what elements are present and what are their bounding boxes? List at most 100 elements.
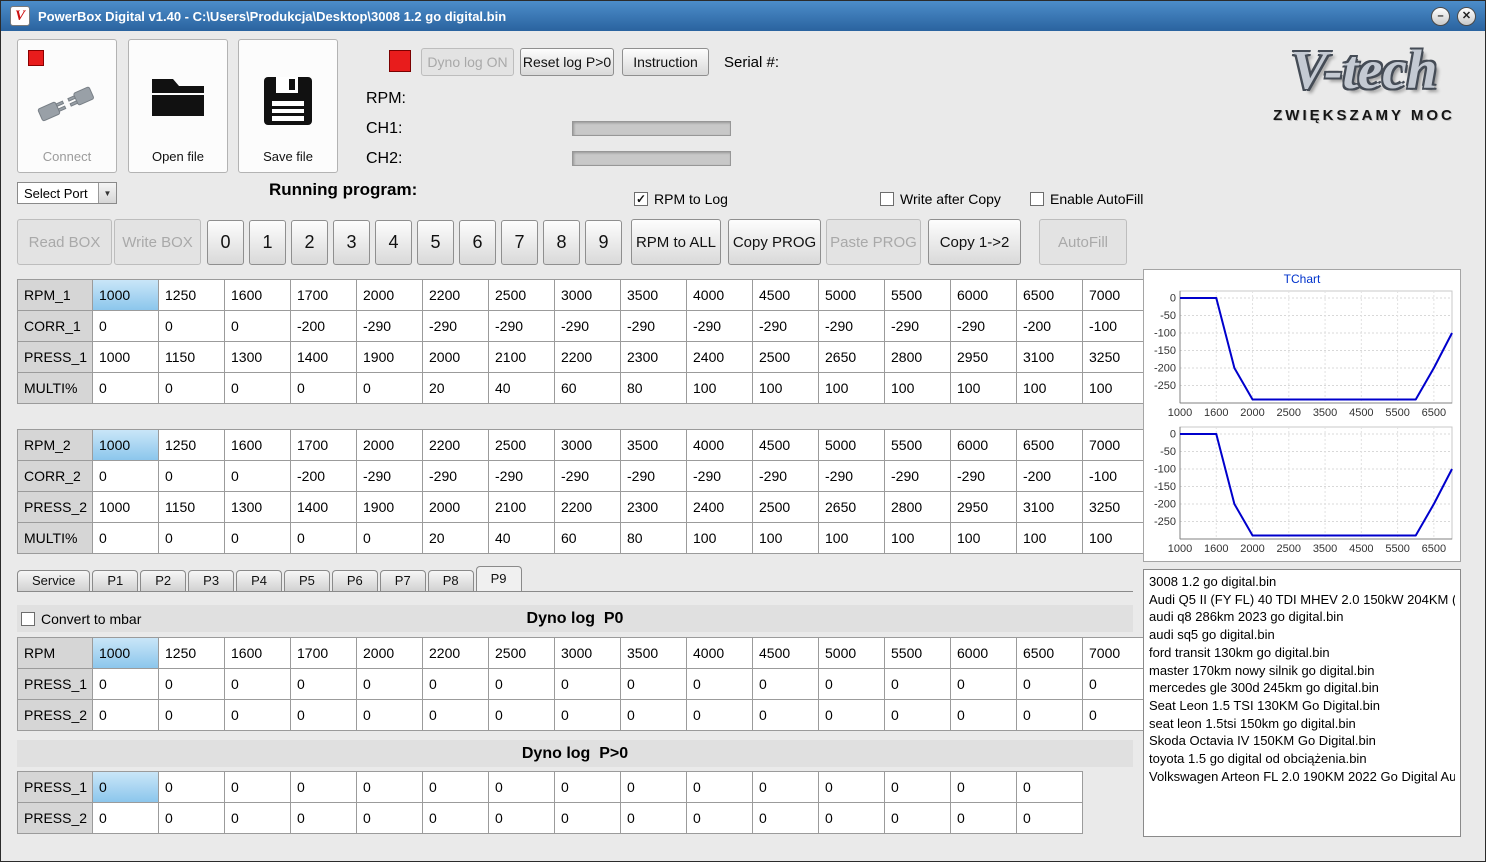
- table-cell[interactable]: 100: [687, 523, 752, 553]
- table-cell[interactable]: 1600: [225, 280, 290, 310]
- table-cell[interactable]: 0: [159, 461, 224, 491]
- file-list-item[interactable]: Seat Leon 1.5 TSI 130KM Go Digital.bin: [1149, 697, 1455, 715]
- rpm-to-log-checkbox[interactable]: ✓ RPM to Log: [634, 191, 728, 207]
- table-cell[interactable]: 4500: [753, 638, 818, 668]
- table-cell[interactable]: 0: [93, 373, 158, 403]
- table-cell[interactable]: -200: [291, 461, 356, 491]
- table-cell[interactable]: 100: [819, 523, 884, 553]
- table-cell[interactable]: 6000: [951, 430, 1016, 460]
- table-cell[interactable]: 0: [291, 700, 356, 730]
- checkbox-box[interactable]: ✓: [634, 192, 648, 206]
- table-cell[interactable]: 0: [225, 669, 290, 699]
- table-cell[interactable]: -200: [1017, 311, 1082, 341]
- table-cell[interactable]: 7000: [1083, 638, 1148, 668]
- table-cell[interactable]: 100: [1017, 523, 1082, 553]
- table-cell[interactable]: -290: [753, 461, 818, 491]
- table-cell[interactable]: 0: [291, 373, 356, 403]
- table-cell[interactable]: 6500: [1017, 430, 1082, 460]
- table-cell[interactable]: 0: [621, 700, 686, 730]
- table-cell[interactable]: 1000: [93, 638, 158, 668]
- table-cell[interactable]: 1250: [159, 430, 224, 460]
- table-cell[interactable]: 100: [1083, 373, 1148, 403]
- table-cell[interactable]: 0: [423, 669, 488, 699]
- table-cell[interactable]: 0: [159, 700, 224, 730]
- table-cell[interactable]: 6000: [951, 638, 1016, 668]
- table-cell[interactable]: -290: [621, 461, 686, 491]
- read-box-button[interactable]: Read BOX: [17, 219, 112, 265]
- table-cell[interactable]: 2300: [621, 492, 686, 522]
- table-cell[interactable]: 2950: [951, 342, 1016, 372]
- table-cell[interactable]: 0: [357, 700, 422, 730]
- table-cell[interactable]: 80: [621, 373, 686, 403]
- port-select[interactable]: Select Port ▼: [17, 182, 117, 204]
- table-cell[interactable]: 0: [159, 311, 224, 341]
- table-cell[interactable]: 100: [687, 373, 752, 403]
- table-cell[interactable]: 0: [555, 772, 620, 802]
- minimize-button[interactable]: –: [1431, 6, 1450, 26]
- table-cell[interactable]: 0: [753, 803, 818, 833]
- table-cell[interactable]: 4000: [687, 280, 752, 310]
- write-after-copy-checkbox[interactable]: Write after Copy: [880, 191, 1001, 207]
- convert-to-mbar-checkbox[interactable]: Convert to mbar: [21, 611, 141, 627]
- table-cell[interactable]: -290: [885, 461, 950, 491]
- table-cell[interactable]: 0: [951, 700, 1016, 730]
- table-cell[interactable]: 3500: [621, 280, 686, 310]
- table-cell[interactable]: 1700: [291, 430, 356, 460]
- table-cell[interactable]: 4000: [687, 638, 752, 668]
- table-cell[interactable]: 0: [621, 803, 686, 833]
- table-cell[interactable]: 0: [225, 700, 290, 730]
- dyno-log-on-button[interactable]: Dyno log ON: [421, 48, 514, 76]
- chevron-down-icon[interactable]: ▼: [98, 183, 116, 203]
- table-cell[interactable]: 0: [885, 700, 950, 730]
- digit-button-3[interactable]: 3: [333, 220, 370, 265]
- table-cell[interactable]: 0: [225, 772, 290, 802]
- table-cell[interactable]: 0: [621, 669, 686, 699]
- table-cell[interactable]: 1700: [291, 638, 356, 668]
- table-cell[interactable]: 5000: [819, 280, 884, 310]
- digit-button-4[interactable]: 4: [375, 220, 412, 265]
- file-list-item[interactable]: Audi Q5 II (FY FL) 40 TDI MHEV 2.0 150kW…: [1149, 591, 1455, 609]
- table-cell[interactable]: 1000: [93, 492, 158, 522]
- table-cell[interactable]: 2650: [819, 492, 884, 522]
- file-list-item[interactable]: master 170km nowy silnik go digital.bin: [1149, 662, 1455, 680]
- digit-button-1[interactable]: 1: [249, 220, 286, 265]
- connect-button[interactable]: Connect: [17, 39, 117, 173]
- table-cell[interactable]: 0: [225, 523, 290, 553]
- table-cell[interactable]: 0: [951, 669, 1016, 699]
- write-box-button[interactable]: Write BOX: [114, 219, 201, 265]
- file-list-item[interactable]: 3008 1.2 go digital.bin: [1149, 573, 1455, 591]
- table-cell[interactable]: 2200: [555, 342, 620, 372]
- copy-1-to-2-button[interactable]: Copy 1->2: [928, 219, 1021, 265]
- table-cell[interactable]: 3100: [1017, 492, 1082, 522]
- table-cell[interactable]: 0: [159, 772, 224, 802]
- table-cell[interactable]: 0: [357, 803, 422, 833]
- table-cell[interactable]: 0: [159, 669, 224, 699]
- checkbox-box[interactable]: [880, 192, 894, 206]
- table-cell[interactable]: -100: [1083, 461, 1148, 491]
- table-cell[interactable]: 0: [1017, 669, 1082, 699]
- table-cell[interactable]: 7000: [1083, 280, 1148, 310]
- table-cell[interactable]: 1150: [159, 492, 224, 522]
- table-cell[interactable]: 0: [555, 700, 620, 730]
- table-cell[interactable]: 6000: [951, 280, 1016, 310]
- table-cell[interactable]: 0: [93, 803, 158, 833]
- table-cell[interactable]: 5500: [885, 430, 950, 460]
- table-cell[interactable]: 1300: [225, 342, 290, 372]
- table-cell[interactable]: 0: [819, 772, 884, 802]
- table-cell[interactable]: 1400: [291, 492, 356, 522]
- table-cell[interactable]: 2800: [885, 342, 950, 372]
- table-cell[interactable]: 1000: [93, 342, 158, 372]
- table-cell[interactable]: 5500: [885, 280, 950, 310]
- table-cell[interactable]: 100: [1083, 523, 1148, 553]
- table-cell[interactable]: 0: [225, 373, 290, 403]
- table-cell[interactable]: -290: [555, 461, 620, 491]
- table-cell[interactable]: 100: [1017, 373, 1082, 403]
- table-cell[interactable]: 0: [489, 803, 554, 833]
- table-cell[interactable]: 0: [621, 772, 686, 802]
- table-cell[interactable]: 100: [819, 373, 884, 403]
- table-cell[interactable]: 0: [1083, 669, 1148, 699]
- rpm-to-all-button[interactable]: RPM to ALL: [631, 219, 721, 265]
- checkbox-box[interactable]: [1030, 192, 1044, 206]
- file-list-item[interactable]: audi q8 286km 2023 go digital.bin: [1149, 608, 1455, 626]
- table-cell[interactable]: 2000: [357, 430, 422, 460]
